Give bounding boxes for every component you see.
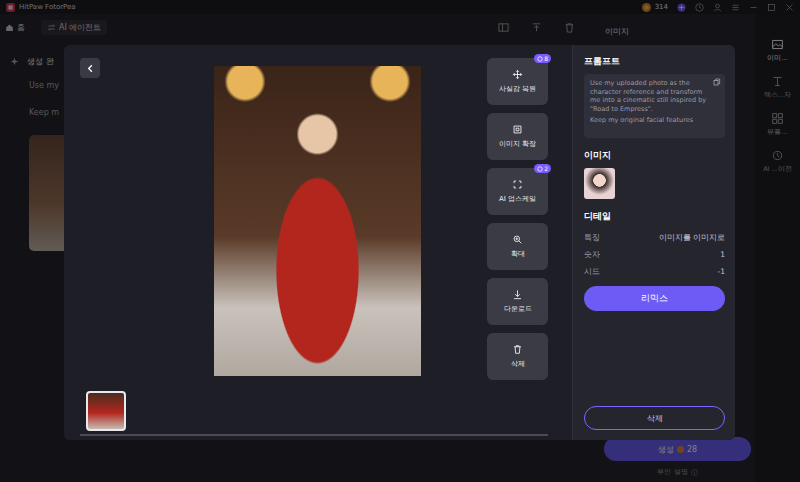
coin-icon [537,56,543,62]
action-icon [512,289,523,300]
action-button[interactable]: 이미지 확장 [487,113,548,160]
reference-image[interactable] [584,168,615,199]
coin-icon [537,166,543,172]
action-icon [512,69,523,80]
prompt-heading: 프롬프트 [584,55,725,68]
detail-heading: 디테일 [584,210,725,223]
remix-button[interactable]: 리믹스 [584,286,725,311]
action-button[interactable]: 사실감 복원8 [487,58,548,105]
back-button[interactable] [80,58,100,78]
generated-image [214,66,421,376]
action-button[interactable]: AI 업스케일2 [487,168,548,215]
thumbnail[interactable] [86,391,126,431]
chevron-left-icon [85,63,96,74]
action-icon [512,124,523,135]
cost-badge: 2 [534,164,551,173]
app-window: HitPaw FotorPea314홈AI 에이전트생성 완Use myKeep… [0,0,800,482]
detail-row: 시드-1 [584,263,725,280]
prompt-box: Use my uploaded photo as the character r… [584,74,725,138]
action-icon [512,234,523,245]
action-button[interactable]: 삭제 [487,333,548,380]
action-button[interactable]: 다운로드 [487,278,548,325]
copy-icon[interactable] [713,78,721,86]
image-viewer-dialog: 사실감 복원8 이미지 확장 AI 업스케일2 확대다운로드삭제 프롬프트 Use my … [64,45,735,440]
detail-row: 숫자1 [584,246,725,263]
image-heading: 이미지 [584,149,725,162]
detail-row: 특징이미지를 이미지로 [584,229,725,246]
action-icon [512,344,523,355]
delete-button[interactable]: 삭제 [584,406,725,430]
action-icon [512,179,523,190]
cost-badge: 8 [534,54,551,63]
action-button[interactable]: 확대 [487,223,548,270]
scrollbar[interactable] [80,434,548,436]
info-panel: 프롬프트 Use my uploaded photo as the charact… [572,45,735,440]
